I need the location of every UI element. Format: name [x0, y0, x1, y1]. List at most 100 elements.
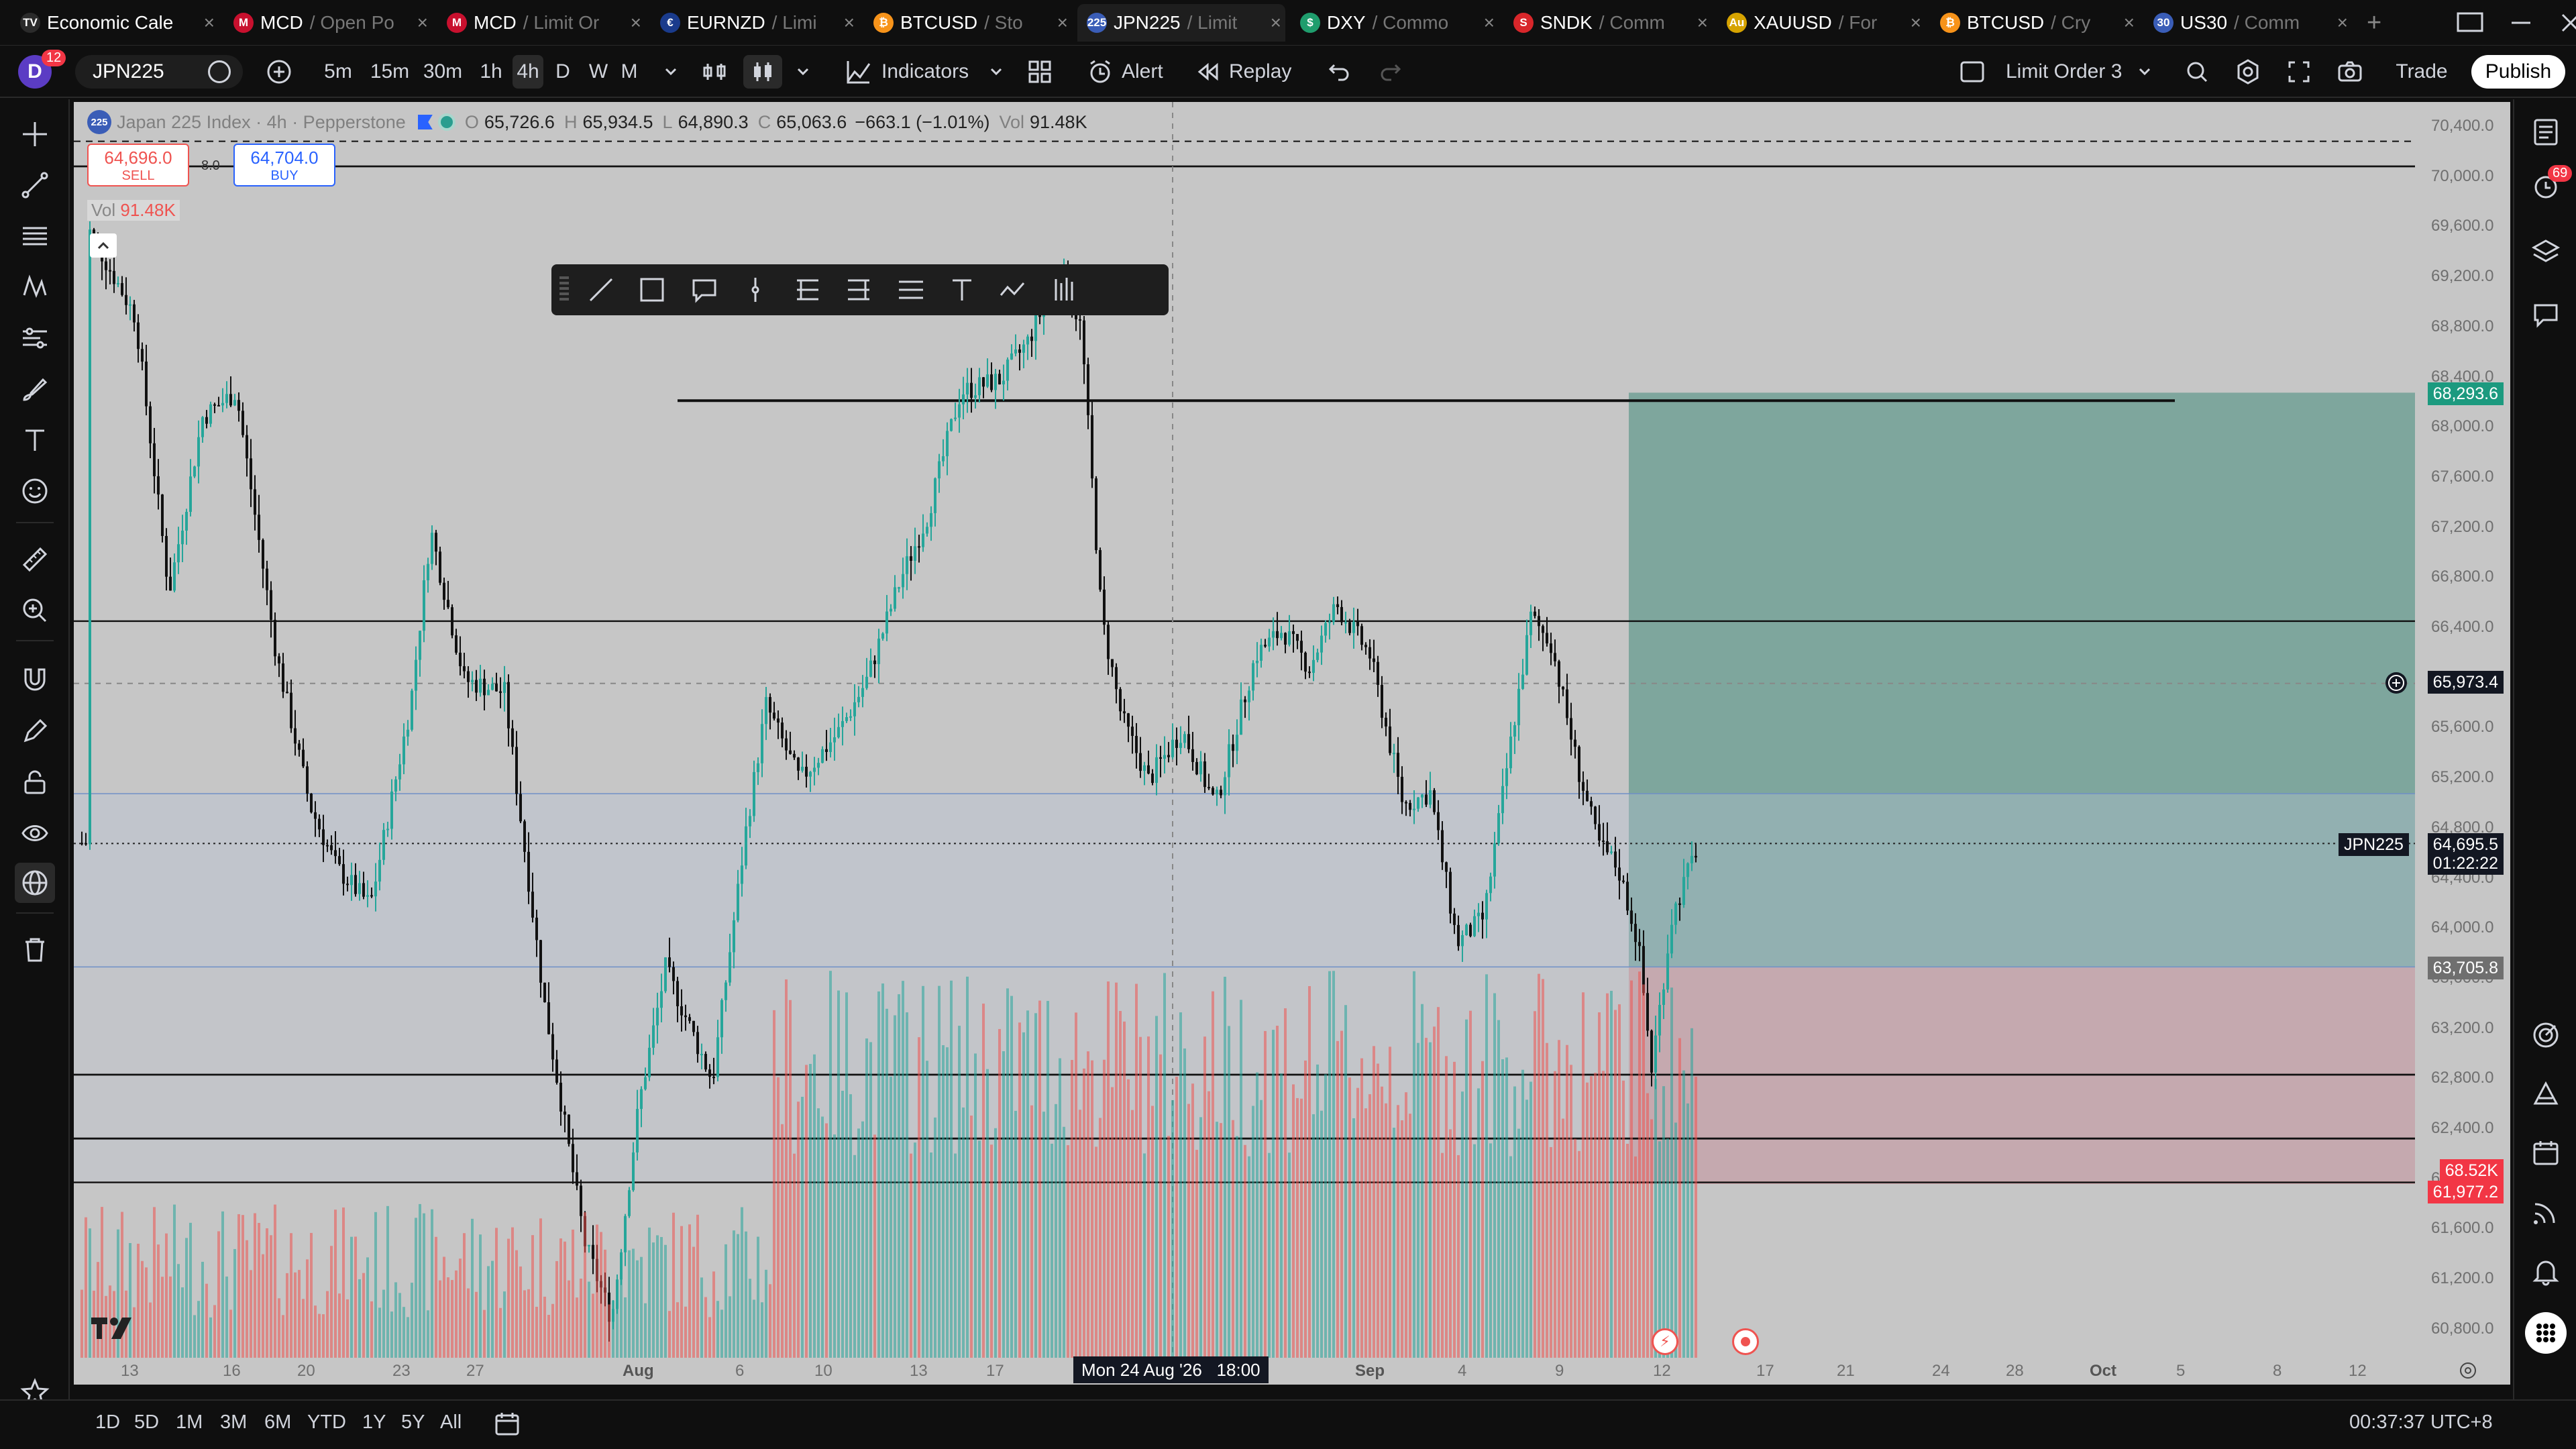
browser-tab[interactable]: M MCD / Open Po × — [224, 4, 432, 42]
earnings-lightning-icon[interactable]: ⚡ — [1652, 1328, 1678, 1355]
interval-5m[interactable]: 5m — [319, 55, 357, 89]
globe-icon[interactable] — [15, 863, 55, 903]
legend-symbol-name[interactable]: Japan 225 Index · 4h · Pepperstone — [117, 112, 406, 133]
lock-icon[interactable] — [15, 762, 55, 802]
indicators-button[interactable]: Indicators — [845, 55, 1006, 89]
browser-tab[interactable]: 30 US30 / Comm × — [2144, 4, 2352, 42]
trash-icon[interactable] — [15, 930, 55, 970]
stay-in-drawing-mode-icon[interactable] — [15, 711, 55, 751]
replay-button[interactable]: Replay — [1194, 55, 1295, 89]
bars-pattern-tool-icon[interactable] — [1051, 275, 1080, 308]
tab-close-icon[interactable]: × — [1697, 12, 1708, 34]
short-position-tool-icon[interactable] — [844, 275, 873, 308]
trade-button[interactable]: Trade — [2381, 55, 2462, 89]
tab-close-icon[interactable]: × — [1484, 12, 1495, 34]
browser-tab[interactable]: M MCD / Limit Or × — [437, 4, 645, 42]
interval-1h[interactable]: 1h — [478, 55, 504, 89]
range-5d[interactable]: 5D — [134, 1411, 159, 1434]
range-1y[interactable]: 1Y — [362, 1411, 386, 1434]
interval-dropdown-icon[interactable] — [664, 55, 678, 89]
apps-menu-icon[interactable] — [2525, 1312, 2567, 1354]
magnet-icon[interactable] — [15, 660, 55, 700]
long-position-tool-icon[interactable] — [793, 275, 822, 308]
bar-style-icon[interactable] — [698, 55, 731, 89]
ideas-icon[interactable] — [2525, 1073, 2567, 1115]
tab-close-icon[interactable]: × — [1057, 12, 1068, 34]
tab-close-icon[interactable]: × — [2124, 12, 2135, 34]
settings-gear-icon[interactable] — [2231, 55, 2265, 89]
range-5y[interactable]: 5Y — [401, 1411, 425, 1434]
tab-overview-icon[interactable] — [2455, 9, 2485, 36]
pattern-icon[interactable] — [15, 267, 55, 307]
layout-dropdown-icon[interactable] — [2135, 55, 2155, 89]
alert-button[interactable]: Alert — [1087, 55, 1174, 89]
tab-close-icon[interactable]: × — [631, 12, 641, 34]
trend-line-icon[interactable] — [15, 165, 55, 205]
browser-tab[interactable]: ₿ BTCUSD / Sto × — [864, 4, 1072, 42]
layouts-grid-icon[interactable] — [1023, 55, 1057, 89]
layers-icon[interactable] — [2525, 231, 2567, 272]
compare-add-icon[interactable] — [263, 55, 295, 89]
browser-tab[interactable]: € EURNZD / Limi × — [651, 4, 859, 42]
chat-icon[interactable] — [2525, 294, 2567, 335]
clock-timezone[interactable]: 00:37:37 UTC+8 — [2349, 1411, 2493, 1434]
browser-tab[interactable]: ₿ BTCUSD / Cry × — [1931, 4, 2139, 42]
emoji-icon[interactable] — [15, 471, 55, 511]
callout-tool-icon[interactable] — [690, 275, 719, 308]
text-tool-icon[interactable] — [15, 420, 55, 460]
chart-type-dropdown-icon[interactable] — [793, 55, 813, 89]
fullscreen-icon[interactable] — [2282, 55, 2316, 89]
publish-button[interactable]: Publish — [2471, 55, 2565, 89]
camera-snapshot-icon[interactable] — [2333, 55, 2367, 89]
tab-close-icon[interactable]: × — [1271, 12, 1281, 34]
ruler-icon[interactable] — [15, 539, 55, 580]
alerts-clock-icon[interactable]: 69 — [2525, 165, 2573, 207]
news-stream-icon[interactable] — [2525, 1191, 2567, 1233]
range-3m[interactable]: 3M — [220, 1411, 247, 1434]
quick-search-icon[interactable] — [2180, 55, 2214, 89]
eye-icon[interactable] — [15, 813, 55, 853]
range-1m[interactable]: 1M — [176, 1411, 203, 1434]
text-label-tool-icon[interactable] — [947, 275, 977, 308]
collapse-legend-icon[interactable] — [90, 233, 117, 258]
tab-close-icon[interactable]: × — [2337, 12, 2348, 34]
fib-retracement-icon[interactable] — [15, 216, 55, 256]
drag-handle-icon[interactable] — [559, 276, 569, 303]
undo-icon[interactable] — [1325, 55, 1354, 89]
symbol-settings-icon[interactable] — [208, 60, 231, 83]
range-1d[interactable]: 1D — [95, 1411, 120, 1434]
range-6m[interactable]: 6M — [264, 1411, 291, 1434]
interval-30m[interactable]: 30m — [420, 55, 466, 89]
indicators-dropdown-icon[interactable] — [986, 55, 1006, 89]
interval-W[interactable]: W — [585, 55, 612, 89]
tab-close-icon[interactable]: × — [844, 12, 855, 34]
close-window-icon[interactable] — [2557, 9, 2576, 36]
buy-button[interactable]: 64,704.0 BUY — [233, 144, 335, 186]
chart-pane[interactable]: 225 Japan 225 Index · 4h · Pepperstone O… — [74, 102, 2510, 1385]
interval-M[interactable]: M — [617, 55, 641, 89]
brush-icon[interactable] — [15, 369, 55, 409]
trendline-tool-icon[interactable] — [586, 275, 616, 308]
new-tab-plus-icon[interactable]: + — [2357, 4, 2391, 42]
browser-tab[interactable]: TV Economic Cale × — [11, 4, 219, 42]
range-ytd[interactable]: YTD — [307, 1411, 346, 1434]
event-marker-icon[interactable] — [1732, 1328, 1759, 1355]
interval-15m[interactable]: 15m — [368, 55, 412, 89]
forecasting-icon[interactable] — [15, 318, 55, 358]
interval-4h[interactable]: 4h — [513, 55, 543, 89]
time-axis-settings-icon[interactable] — [2458, 1360, 2478, 1384]
redo-icon[interactable] — [1375, 55, 1405, 89]
zoom-in-icon[interactable] — [15, 590, 55, 631]
notifications-bell-icon[interactable] — [2525, 1250, 2567, 1292]
calendar-icon[interactable] — [2525, 1132, 2567, 1174]
interval-D[interactable]: D — [553, 55, 573, 89]
go-to-date-icon[interactable] — [494, 1410, 521, 1442]
price-chart-canvas[interactable] — [74, 102, 2510, 1385]
symbol-search[interactable]: JPN225 — [75, 55, 243, 89]
browser-tab[interactable]: 225 JPN225 / Limit × — [1077, 4, 1285, 42]
rectangle-tool-icon[interactable] — [637, 275, 667, 308]
layout-selector[interactable]: Limit Order 3 — [1959, 55, 2133, 89]
tab-close-icon[interactable]: × — [204, 12, 215, 34]
browser-tab[interactable]: $ DXY / Commo × — [1291, 4, 1499, 42]
path-tool-icon[interactable] — [998, 275, 1028, 308]
